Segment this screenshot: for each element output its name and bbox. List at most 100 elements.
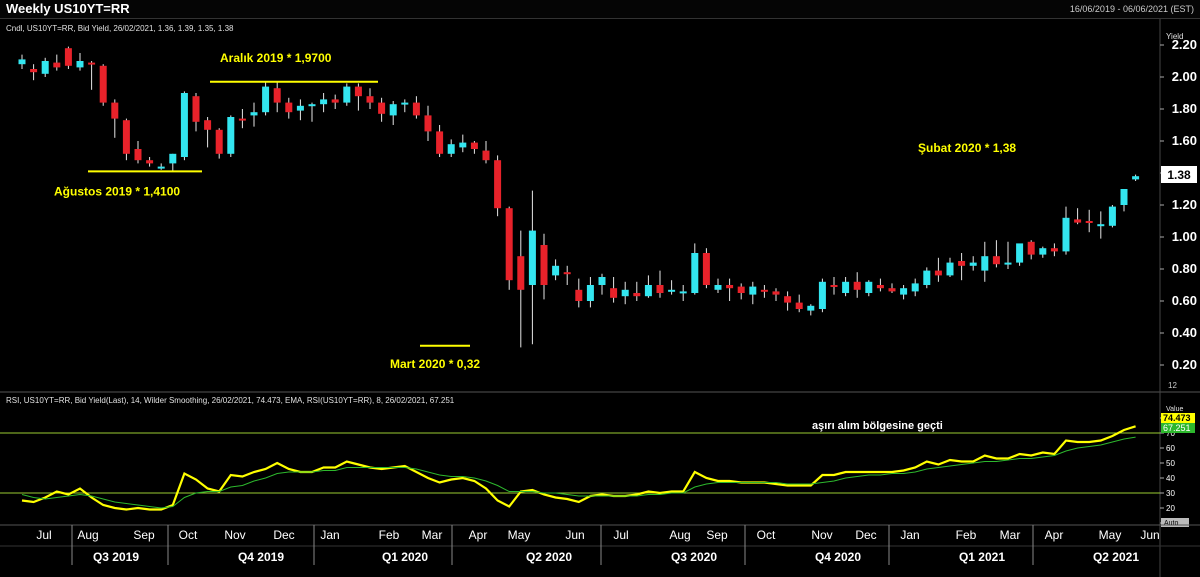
month-label: Sep bbox=[706, 528, 728, 542]
quarter-label: Q4 2019 bbox=[238, 550, 284, 564]
date-range-label: 16/06/2019 - 06/06/2021 (EST) bbox=[1069, 4, 1194, 14]
price-tick-label: 0.60 bbox=[1172, 293, 1197, 308]
candle-body bbox=[946, 262, 954, 276]
candle-body bbox=[238, 118, 246, 121]
candle-body bbox=[482, 150, 490, 161]
candle-body bbox=[389, 104, 397, 116]
rsi-line bbox=[21, 425, 1136, 511]
price-tick-label: 1.80 bbox=[1172, 101, 1197, 116]
price-tick-label: 1.60 bbox=[1172, 133, 1197, 148]
month-label: Oct bbox=[757, 528, 776, 542]
current-value-label: 1.38 bbox=[1167, 168, 1191, 182]
candle-body bbox=[285, 102, 293, 113]
month-label: Jul bbox=[36, 528, 51, 542]
candle-body bbox=[842, 281, 850, 293]
candle-body bbox=[1016, 243, 1024, 263]
candle-body bbox=[992, 256, 1000, 265]
candle-body bbox=[969, 262, 977, 266]
candle-body bbox=[1004, 262, 1012, 265]
month-label: Feb bbox=[379, 528, 400, 542]
month-label: Dec bbox=[273, 528, 294, 542]
candle-body bbox=[215, 129, 223, 154]
window-title-bar: Weekly US10YT=RR 16/06/2019 - 06/06/2021… bbox=[0, 0, 1200, 19]
rsi-value-label: 74.473 bbox=[1163, 413, 1191, 423]
candle-body bbox=[76, 61, 84, 68]
candle-body bbox=[378, 102, 386, 114]
candle-body bbox=[157, 166, 165, 169]
candle-body bbox=[818, 281, 826, 309]
candle-body bbox=[30, 69, 38, 73]
annotation-label: Aralık 2019 * 1,9700 bbox=[220, 51, 332, 65]
month-label: Apr bbox=[1045, 528, 1064, 542]
rsi-tick-label: 20 bbox=[1166, 504, 1175, 513]
price-tick-label: 0.40 bbox=[1172, 325, 1197, 340]
candle-body bbox=[900, 288, 908, 295]
month-label: Jan bbox=[900, 528, 919, 542]
candle-body bbox=[644, 285, 652, 297]
quarter-label: Q3 2019 bbox=[93, 550, 139, 564]
candle-body bbox=[911, 283, 919, 292]
month-label: May bbox=[508, 528, 531, 542]
candle-body bbox=[784, 296, 792, 303]
chart-area: Cndl, US10YT=RR, Bid Yield, 26/02/2021, … bbox=[0, 19, 1200, 577]
rsi-tick-label: 40 bbox=[1166, 474, 1175, 483]
candle-body bbox=[853, 281, 861, 290]
month-label: Sep bbox=[133, 528, 155, 542]
candle-body bbox=[366, 96, 374, 103]
candle-body bbox=[169, 153, 177, 164]
candle-body bbox=[1074, 219, 1082, 223]
month-label: Nov bbox=[811, 528, 832, 542]
quarter-label: Q4 2020 bbox=[815, 550, 861, 564]
candle-body bbox=[470, 142, 478, 149]
candle-body bbox=[99, 65, 107, 103]
candle-body bbox=[18, 59, 26, 65]
candle-body bbox=[204, 120, 212, 130]
candle-body bbox=[958, 261, 966, 266]
candle-body bbox=[88, 62, 96, 65]
quarter-label: Q2 2020 bbox=[526, 550, 572, 564]
quarter-label: Q3 2020 bbox=[671, 550, 717, 564]
candle-body bbox=[772, 291, 780, 295]
month-label: Aug bbox=[77, 528, 98, 542]
price-tick-label: 2.00 bbox=[1172, 69, 1197, 84]
candle-body bbox=[749, 286, 757, 295]
candle-body bbox=[180, 93, 188, 157]
candle-body bbox=[250, 112, 258, 116]
month-label: May bbox=[1099, 528, 1122, 542]
month-label: Aug bbox=[669, 528, 690, 542]
candle-body bbox=[53, 62, 61, 68]
candle-body bbox=[1039, 248, 1047, 255]
rsi-axis-label: Value bbox=[1166, 406, 1183, 413]
price-tick-label: 0.80 bbox=[1172, 261, 1197, 276]
candle-body bbox=[262, 86, 270, 113]
candle-body bbox=[1085, 221, 1093, 223]
candle-body bbox=[320, 99, 328, 105]
candle-body bbox=[505, 208, 513, 281]
candle-body bbox=[41, 61, 49, 74]
ema-line bbox=[21, 436, 1136, 509]
month-label: Jul bbox=[613, 528, 628, 542]
candle-body bbox=[668, 289, 676, 292]
month-label: Mar bbox=[422, 528, 443, 542]
candle-body bbox=[1108, 206, 1116, 226]
candle-body bbox=[807, 305, 815, 311]
candle-body bbox=[830, 285, 838, 287]
ema-value-label: 67.251 bbox=[1163, 423, 1191, 433]
candle-body bbox=[865, 281, 873, 293]
candle-body bbox=[656, 285, 664, 293]
candle-body bbox=[436, 131, 444, 154]
month-label: Dec bbox=[855, 528, 876, 542]
price-tick-label: 1.00 bbox=[1172, 229, 1197, 244]
candle-body bbox=[760, 289, 768, 292]
candle-body bbox=[401, 102, 409, 105]
month-label: Apr bbox=[469, 528, 488, 542]
candle-body bbox=[1027, 241, 1035, 255]
x-axis: Jul Aug Sep Oct Nov Dec Jan Feb Mar Apr May Jun Jul A… bbox=[36, 525, 1160, 565]
candle-body bbox=[633, 293, 641, 297]
month-label: Nov bbox=[224, 528, 245, 542]
annotation-label: Mart 2020 * 0,32 bbox=[390, 357, 480, 371]
price-bottom-label: 12 bbox=[1168, 381, 1177, 390]
price-header: Cndl, US10YT=RR, Bid Yield, 26/02/2021, … bbox=[6, 24, 234, 33]
quarter-label: Q1 2021 bbox=[959, 550, 1005, 564]
candle-body bbox=[412, 102, 420, 116]
